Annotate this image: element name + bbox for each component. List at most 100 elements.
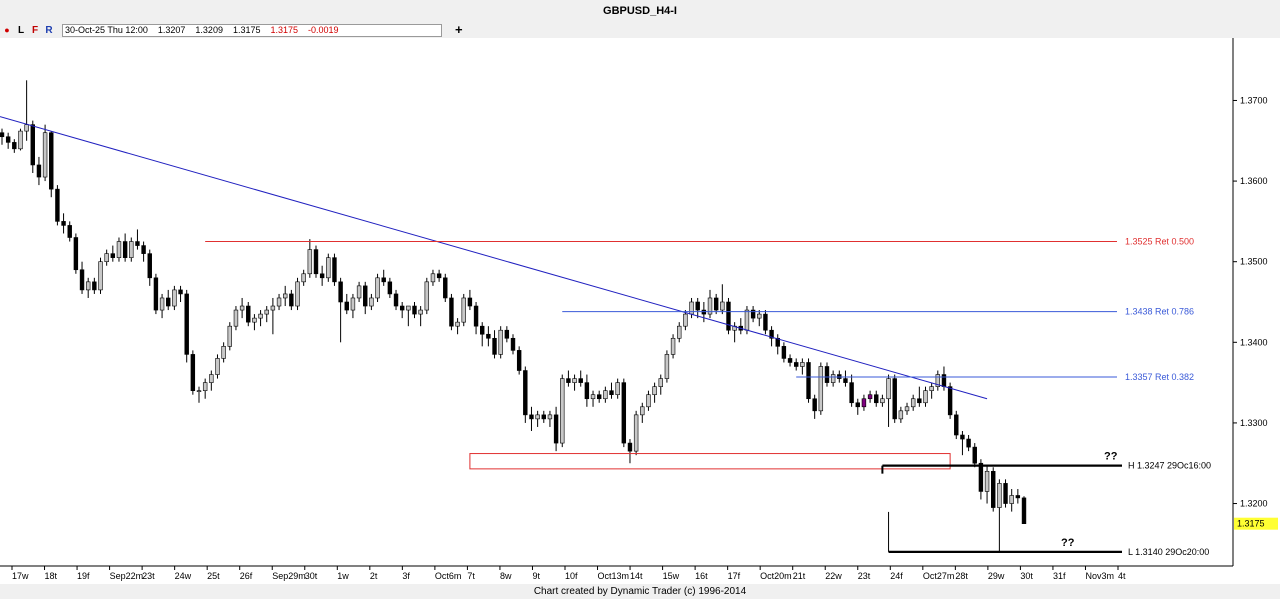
candle-body bbox=[609, 390, 614, 396]
price-chart[interactable]: 1.3525 Ret 0.500 1.3438 Ret 0.786 1.3357 R… bbox=[0, 0, 1280, 599]
candle-body bbox=[227, 325, 233, 347]
x-tick-label: 4t bbox=[1118, 571, 1126, 581]
candle-body bbox=[984, 470, 990, 492]
candle-body bbox=[917, 398, 922, 404]
x-tick-label: 7t bbox=[467, 571, 475, 581]
candle-body bbox=[399, 305, 405, 311]
x-tick-label: Oct6m bbox=[435, 571, 462, 581]
candle-body bbox=[923, 390, 928, 404]
x-tick-label: 30t bbox=[305, 571, 318, 581]
candle-body bbox=[498, 329, 503, 355]
retracement-0382-label: 1.3357 Ret 0.382 bbox=[1125, 372, 1194, 382]
candle-body bbox=[683, 313, 688, 327]
candle-body bbox=[486, 333, 491, 339]
candle-body bbox=[239, 305, 245, 311]
candle-body bbox=[49, 132, 54, 190]
candle-body bbox=[640, 406, 645, 416]
y-tick-label: 1.3200 bbox=[1240, 499, 1268, 509]
candle-body bbox=[861, 398, 867, 408]
candle-body bbox=[363, 285, 368, 307]
x-tick-label: 23t bbox=[858, 571, 871, 581]
candle-body bbox=[781, 346, 787, 359]
candle-body bbox=[153, 277, 159, 311]
candle-body bbox=[492, 337, 497, 355]
candle-body bbox=[504, 329, 510, 339]
candle-body bbox=[855, 402, 860, 408]
candle-body bbox=[387, 281, 393, 295]
candle-body bbox=[319, 273, 325, 279]
candle-body bbox=[326, 257, 331, 279]
candle-body bbox=[104, 253, 109, 262]
x-tick-label: 25t bbox=[207, 571, 220, 581]
question-annotation: ?? bbox=[1061, 537, 1075, 549]
x-tick-label: Sep29m bbox=[272, 571, 306, 581]
y-tick-label: 1.3300 bbox=[1240, 418, 1268, 428]
candle-body bbox=[418, 309, 423, 315]
x-tick-label: 31f bbox=[1053, 571, 1066, 581]
candle-body bbox=[393, 293, 399, 307]
candle-body bbox=[55, 188, 60, 222]
candle-body bbox=[252, 317, 257, 323]
candle-body bbox=[658, 378, 663, 387]
candle-body bbox=[947, 386, 953, 416]
x-tick-label: 24f bbox=[890, 571, 903, 581]
candle-body bbox=[646, 394, 651, 408]
candle-body bbox=[110, 253, 116, 258]
swing-low-label: L 1.3140 29Oc20:00 bbox=[1128, 547, 1209, 557]
candle-body bbox=[313, 249, 319, 275]
candle-body bbox=[215, 358, 220, 375]
candle-body bbox=[350, 297, 356, 311]
candle-body bbox=[356, 285, 362, 299]
candle-body bbox=[621, 382, 627, 444]
candle-body bbox=[793, 362, 799, 367]
candle-body bbox=[443, 277, 448, 299]
question-annotation: ?? bbox=[1104, 451, 1118, 463]
x-tick-label: 1w bbox=[337, 571, 349, 581]
price-axis-panel bbox=[1233, 38, 1280, 566]
candle-body bbox=[615, 382, 620, 396]
x-tick-label: 23t bbox=[142, 571, 155, 581]
candle-body bbox=[73, 237, 79, 271]
x-tick-label: Nov3m bbox=[1085, 571, 1114, 581]
candle-body bbox=[849, 382, 854, 404]
x-tick-label: Oct20m bbox=[760, 571, 792, 581]
candle-body bbox=[36, 164, 42, 178]
candle-body bbox=[978, 462, 984, 492]
y-tick-label: 1.3700 bbox=[1240, 95, 1268, 105]
candle-body bbox=[12, 142, 17, 150]
candle-body bbox=[129, 241, 134, 258]
candle-body bbox=[892, 378, 897, 420]
candle-body bbox=[972, 446, 977, 464]
candle-body bbox=[590, 394, 596, 400]
candle-body bbox=[338, 281, 343, 303]
candle-body bbox=[529, 414, 534, 420]
candle-body bbox=[147, 253, 152, 279]
candle-body bbox=[375, 277, 380, 299]
candle-body bbox=[5, 136, 11, 143]
x-tick-label: 21t bbox=[793, 571, 806, 581]
candle-body bbox=[954, 414, 959, 436]
candle-body bbox=[560, 378, 565, 444]
candle-body bbox=[510, 337, 516, 351]
candle-body bbox=[806, 362, 811, 400]
candle-body bbox=[880, 398, 885, 404]
candle-body bbox=[202, 382, 208, 391]
x-tick-label: 8w bbox=[500, 571, 512, 581]
candle-body bbox=[480, 325, 485, 335]
candle-body bbox=[843, 378, 848, 383]
x-tick-label: Oct13m bbox=[598, 571, 630, 581]
candle-body bbox=[24, 124, 29, 132]
candle-body bbox=[430, 273, 436, 283]
candle-body bbox=[812, 398, 817, 412]
candle-body bbox=[898, 410, 904, 420]
candle-body bbox=[572, 378, 577, 383]
candle-body bbox=[369, 297, 374, 307]
candle-body bbox=[886, 378, 891, 400]
x-tick-label: 24w bbox=[175, 571, 192, 581]
retracement-0500-label: 1.3525 Ret 0.500 bbox=[1125, 237, 1194, 247]
candle-body bbox=[824, 366, 830, 383]
candle-body bbox=[874, 394, 879, 404]
candle-body bbox=[141, 245, 146, 254]
x-tick-label: Sep22m bbox=[110, 571, 144, 581]
candle-body bbox=[436, 273, 442, 279]
